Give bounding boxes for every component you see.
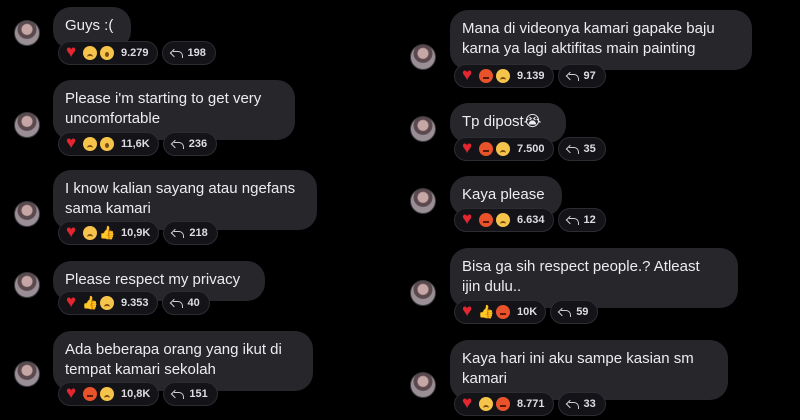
reply-count: 33 xyxy=(583,398,596,410)
heart-icon xyxy=(462,393,476,413)
angry-face-icon xyxy=(83,387,97,401)
reaction-count: 8.771 xyxy=(517,398,545,410)
reply-button[interactable]: 33 xyxy=(557,392,606,416)
avatar[interactable] xyxy=(14,361,40,387)
sad-face-icon xyxy=(100,387,114,401)
message: Ada beberapa orang yang ikut di tempat k… xyxy=(0,0,400,420)
left-column: Guys :( 9.279 198 Please i'm starting to… xyxy=(0,0,400,420)
reaction-bar: 10,8K 151 xyxy=(58,382,218,406)
message-bubble[interactable]: Kaya hari ini aku sampe kasian sm kamari xyxy=(450,340,728,400)
reactions-pill[interactable]: 10,8K xyxy=(58,382,160,406)
reactions-pill[interactable]: 8.771 xyxy=(454,392,554,416)
reply-count: 151 xyxy=(189,388,208,400)
sad-face-icon xyxy=(479,397,493,411)
heart-icon xyxy=(66,383,80,403)
reply-icon xyxy=(172,389,185,399)
right-column: Mana di videonya kamari gapake baju karn… xyxy=(400,0,800,420)
reply-button[interactable]: 151 xyxy=(163,382,218,406)
avatar[interactable] xyxy=(410,372,436,398)
reply-icon xyxy=(567,399,579,409)
reaction-count: 10,8K xyxy=(121,388,151,400)
message: Kaya hari ini aku sampe kasian sm kamari… xyxy=(400,0,800,420)
angry-face-icon xyxy=(496,397,510,411)
reaction-bar: 8.771 33 xyxy=(454,392,606,416)
